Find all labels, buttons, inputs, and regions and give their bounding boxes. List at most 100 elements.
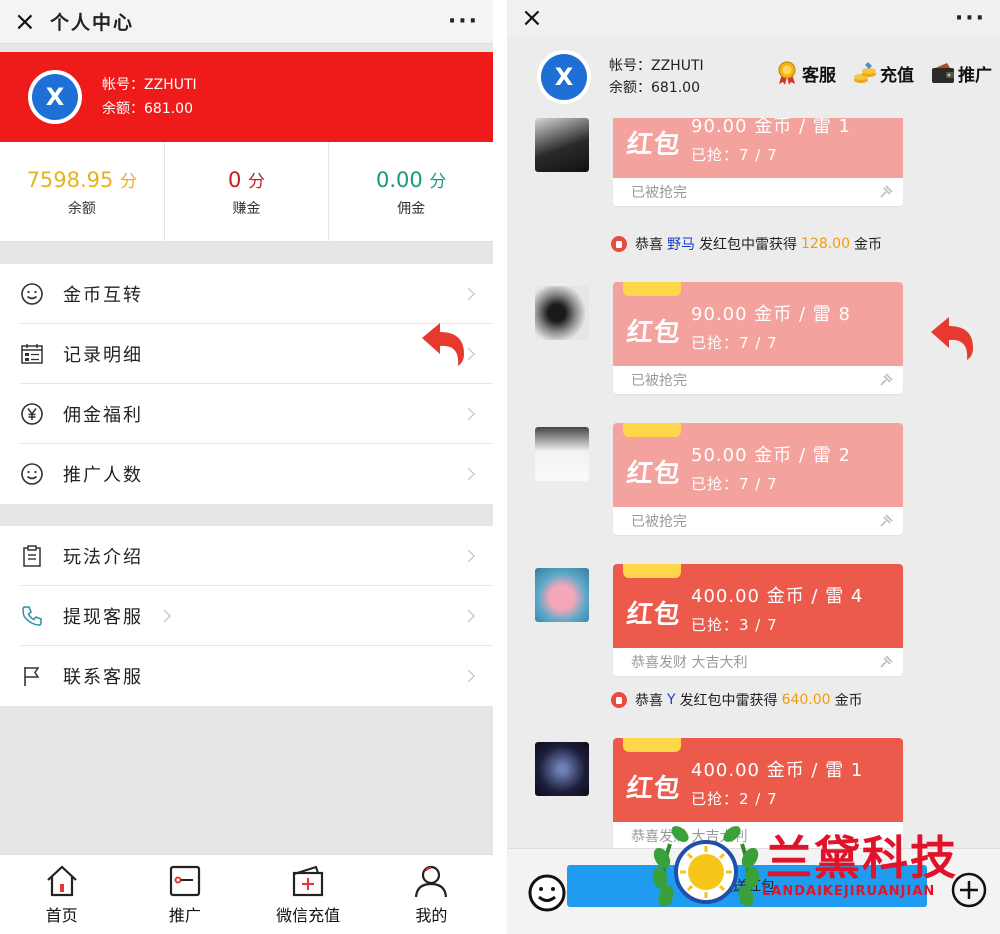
phone-icon <box>20 604 44 628</box>
watermark-subtitle: LANDAIKEJIRUANJIAN <box>762 884 936 899</box>
menu-group-1: 金币互转 记录明细 佣金福利 推广人数 <box>0 264 493 504</box>
tab-home[interactable]: 首页 <box>0 855 123 934</box>
packet-grabbed: 已抢：3 / 7 <box>691 616 778 634</box>
tab-label: 微信充值 <box>276 905 341 925</box>
red-packet-body: 红包 90.00 金币 / 雷 8 已抢：7 / 7 <box>613 282 903 366</box>
account-info: 帐号：ZZHUTI 余额：681.00 <box>609 55 704 99</box>
menu-group-2: 玩法介绍 提现客服 联系客服 <box>0 526 493 706</box>
tab-promote[interactable]: 推广 <box>123 855 246 934</box>
customer-service-button[interactable]: 客服 <box>774 60 836 86</box>
packet-grabbed: 已抢：2 / 7 <box>691 790 778 808</box>
watermark-title: 兰黛科技 <box>766 831 958 885</box>
packet-footer: 已被抢完 <box>613 366 903 394</box>
app-logo: X <box>537 50 591 104</box>
avatar[interactable] <box>535 286 589 340</box>
avatar[interactable] <box>535 568 589 622</box>
balance-label: 余额：681.00 <box>609 80 700 96</box>
packet-amount: 400.00 金币 / 雷 1 <box>691 760 864 781</box>
promote-button[interactable]: 推广 <box>930 60 992 86</box>
red-packet-body: 红包 90.00 金币 / 雷 1 已抢：7 / 7 <box>613 118 903 178</box>
user-icon <box>415 865 448 897</box>
red-packet-card[interactable]: 红包 90.00 金币 / 雷 8 已抢：7 / 7 已被抢完 <box>613 282 903 394</box>
red-packet-mark: 红包 <box>625 600 683 630</box>
tab-wechat-recharge[interactable]: 微信充值 <box>247 855 370 934</box>
avatar[interactable] <box>535 118 589 172</box>
back-arrow-icon <box>422 323 464 366</box>
menu-item-contact-service[interactable]: 联系客服 <box>0 646 493 706</box>
pin-icon <box>880 514 893 527</box>
red-packet-body: 红包 50.00 金币 / 雷 2 已抢：7 / 7 <box>613 423 903 507</box>
menu-item-commission[interactable]: 佣金福利 <box>0 384 493 444</box>
more-icon[interactable]: ··· <box>955 6 986 31</box>
stat-value: 0 分 <box>227 167 266 192</box>
menu-item-coin-transfer[interactable]: 金币互转 <box>0 264 493 324</box>
system-notice: 恭喜 Y 发红包中雷获得 640.00 金币 <box>611 690 863 710</box>
back-arrow-icon <box>931 317 973 360</box>
menu-item-label: 联系客服 <box>63 667 143 688</box>
close-icon[interactable]: × <box>521 5 955 31</box>
system-notice: 恭喜 野马 发红包中雷获得 128.00 金币 <box>611 234 882 254</box>
title-bar: × 个人中心 ··· <box>0 0 493 44</box>
pin-icon <box>880 655 893 668</box>
more-icon[interactable]: ··· <box>448 9 479 34</box>
envelope-flap <box>623 564 681 578</box>
tab-mine[interactable]: 我的 <box>370 855 493 934</box>
title-bar: × ··· <box>507 0 1000 36</box>
red-packet-card[interactable]: 红包 50.00 金币 / 雷 2 已抢：7 / 7 已被抢完 <box>613 423 903 535</box>
stat-earnings[interactable]: 0 分 赚金 <box>165 142 330 241</box>
action-label: 客服 <box>802 65 836 86</box>
red-packet-body: 红包 400.00 金币 / 雷 4 已抢：3 / 7 <box>613 564 903 648</box>
notice-icon <box>611 692 627 708</box>
menu-item-label: 推广人数 <box>63 465 143 486</box>
red-packet-card[interactable]: 红包 90.00 金币 / 雷 1 已抢：7 / 7 已被抢完 <box>613 118 903 206</box>
menu-item-rules[interactable]: 玩法介绍 <box>0 526 493 586</box>
medal-icon <box>778 61 796 85</box>
packet-amount: 400.00 金币 / 雷 4 <box>691 586 864 607</box>
packet-amount: 50.00 金币 / 雷 2 <box>691 445 851 466</box>
red-packet-mark: 红包 <box>625 318 683 348</box>
app-logo: X <box>28 70 82 124</box>
balance-label: 余额：681.00 <box>102 101 193 117</box>
laurel-logo <box>652 826 760 907</box>
packet-footer: 恭喜发财 大吉大利 <box>613 648 903 676</box>
chat-list: 红包 90.00 金币 / 雷 1 已抢：7 / 7 已被抢完 恭喜 野马 发红包中… <box>507 118 1000 848</box>
notice-icon <box>611 236 627 252</box>
envelope-flap <box>623 738 681 752</box>
red-packet-body: 红包 400.00 金币 / 雷 1 已抢：2 / 7 <box>613 738 903 822</box>
packet-grabbed: 已抢：7 / 7 <box>691 146 778 164</box>
watermark: 兰黛科技 LANDAIKEJIRUANJIAN <box>650 818 990 928</box>
packet-amount: 90.00 金币 / 雷 1 <box>691 118 851 137</box>
menu-item-referrals[interactable]: 推广人数 <box>0 444 493 504</box>
smile-icon <box>20 462 44 486</box>
packet-amount: 90.00 金币 / 雷 8 <box>691 304 851 325</box>
menu-item-label: 提现客服 <box>63 607 143 628</box>
pin-icon <box>880 373 893 386</box>
tab-label: 我的 <box>415 905 448 925</box>
stat-label: 余额 <box>67 200 96 217</box>
stat-label: 赚金 <box>232 200 261 217</box>
close-icon[interactable]: × <box>14 9 42 35</box>
promote-icon <box>169 865 200 896</box>
red-packet-card[interactable]: 红包 400.00 金币 / 雷 4 已抢：3 / 7 恭喜发财 大吉大利 <box>613 564 903 676</box>
divider <box>0 44 493 52</box>
profile-screen: × 个人中心 ··· X 帐号：ZZHUTI 余额：681.00 7598.95… <box>0 0 493 934</box>
packet-footer: 已被抢完 <box>613 507 903 535</box>
menu-item-label: 佣金福利 <box>63 405 143 426</box>
divider <box>0 242 493 264</box>
red-packet-chat-screen: × ··· X 帐号：ZZHUTI 余额：681.00 客服 充值 推广 红包 … <box>507 0 1000 934</box>
emoji-icon[interactable] <box>527 873 567 913</box>
red-packet-mark: 红包 <box>625 774 683 804</box>
account-info: 帐号：ZZHUTI 余额：681.00 <box>102 73 197 121</box>
recharge-button[interactable]: 充值 <box>852 60 914 86</box>
avatar[interactable] <box>535 427 589 481</box>
yen-icon <box>20 402 44 426</box>
account-label: 帐号：ZZHUTI <box>609 58 704 74</box>
stat-commission[interactable]: 0.00 分 佣金 <box>329 142 493 241</box>
stat-balance[interactable]: 7598.95 分 余额 <box>0 142 165 241</box>
logo-mark: X <box>541 54 587 100</box>
menu-item-withdraw-service[interactable]: 提现客服 <box>0 586 493 646</box>
bottom-tab-bar: 首页 推广 微信充值 我的 <box>0 854 493 934</box>
avatar[interactable] <box>535 742 589 796</box>
stat-value: 0.00 分 <box>375 167 447 192</box>
clipboard-icon <box>20 544 44 568</box>
